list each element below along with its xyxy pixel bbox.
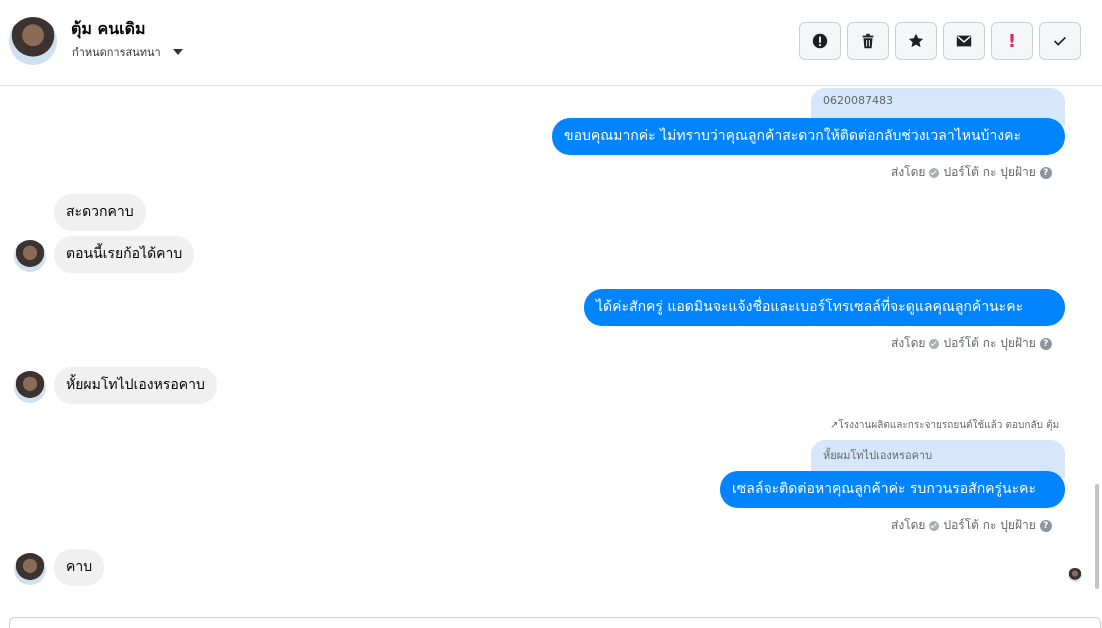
mark-spam-button[interactable] [799,22,841,60]
alert-circle-icon [812,33,828,49]
incoming-message[interactable]: สะดวกคาบ [54,194,146,231]
caret-down-icon [172,49,183,55]
contact-avatar-small [14,553,46,585]
reply-note-text: โรงงานผลิตและกระจายรถยนต์ใช้แล้ว ตอบกลับ… [838,420,1060,431]
incoming-message[interactable]: คาบ [54,549,105,586]
sent-by-label: ส่งโดย ปอร์โต้ กะ ปุยฝ้าย ? [891,516,1052,535]
action-toolbar: ! [799,22,1081,60]
delete-button[interactable] [847,22,889,60]
help-icon[interactable]: ? [1039,337,1052,350]
sent-by-agent: ปอร์โต้ กะ ปุยฝ้าย [943,518,1036,532]
star-button[interactable] [895,22,937,60]
message-thread[interactable]: 0620087483 ขอบคุณมากค่ะ ไม่ทราบว่าคุณลูก… [0,86,1102,616]
check-icon [1054,36,1066,46]
seen-avatar [1068,568,1082,582]
incoming-message[interactable]: หั้ยผมโทไปเองหรอคาบ [54,367,217,404]
star-icon [908,33,924,48]
conversation-header: ตุ้ม คนเดิม กำหนดการสนทนา ! [0,0,1102,86]
mark-unread-button[interactable] [943,22,985,60]
outgoing-message[interactable]: เซลล์จะติดต่อหาคุณลูกค้าค่ะ รบกวนรอสักคร… [720,471,1065,508]
check-circle-icon [929,338,940,349]
contact-avatar[interactable] [9,17,57,65]
mark-done-button[interactable] [1039,22,1081,60]
contact-name[interactable]: ตุ้ม คนเดิม [71,17,146,42]
sent-by-label: ส่งโดย ปอร์โต้ กะ ปุยฝ้าย ? [891,334,1052,353]
mail-icon [956,35,972,47]
assign-conversation-dropdown[interactable]: กำหนดการสนทนา [72,43,183,61]
sent-by-agent: ปอร์โต้ กะ ปุยฝ้าย [943,336,1036,350]
sent-by-prefix: ส่งโดย [891,518,926,532]
help-icon[interactable]: ? [1039,519,1052,532]
contact-avatar-small [14,240,46,272]
contact-avatar-small [14,371,46,403]
check-circle-icon [929,167,940,178]
reply-note: ↗โรงงานผลิตและกระจายรถยนต์ใช้แล้ว ตอบกลั… [830,418,1059,433]
sent-by-label: ส่งโดย ปอร์โต้ กะ ปุยฝ้าย ? [891,163,1052,182]
trash-icon [862,33,874,49]
check-circle-icon [929,520,940,531]
follow-up-button[interactable]: ! [991,22,1033,60]
help-icon[interactable]: ? [1039,166,1052,179]
scrollbar[interactable] [1095,484,1099,589]
exclamation-icon: ! [1007,30,1017,52]
outgoing-message[interactable]: ขอบคุณมากค่ะ ไม่ทราบว่าคุณลูกค้าสะดวกให้… [552,118,1065,155]
outgoing-message[interactable]: ได้ค่ะสักครู่ แอดมินจะแจ้งชื่อและเบอร์โท… [584,289,1065,326]
sent-by-agent: ปอร์โต้ กะ ปุยฝ้าย [943,165,1036,179]
composer-box[interactable] [9,617,1101,628]
sent-by-prefix: ส่งโดย [891,336,926,350]
assign-label: กำหนดการสนทนา [72,46,161,59]
sent-by-prefix: ส่งโดย [891,165,926,179]
incoming-message[interactable]: ตอนนี้เรยก้อได้คาบ [54,236,195,273]
